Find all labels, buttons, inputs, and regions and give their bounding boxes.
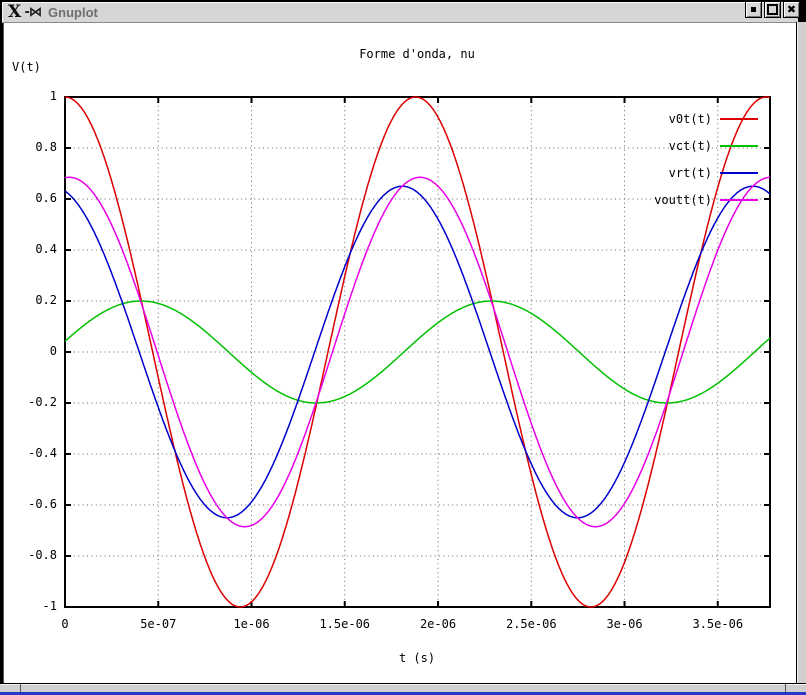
legend-row: v0t(t) <box>580 105 758 132</box>
y-tick-label: -0.2 <box>5 395 57 409</box>
x-tick-label: 2e-06 <box>420 617 456 631</box>
pushpin-icon[interactable]: -⋈ <box>23 5 40 20</box>
y-tick-label: 0.2 <box>5 293 57 307</box>
legend-row: voutt(t) <box>580 186 758 213</box>
y-tick-label: -0.8 <box>5 548 57 562</box>
window-resize-bar[interactable] <box>0 683 806 692</box>
gnuplot-window: Forme d'onda, nu V(t) t (s) 0 5e-07 1e-06 1… <box>0 0 806 695</box>
x-tick-label: 1.5e-06 <box>319 617 370 631</box>
legend-row: vct(t) <box>580 132 758 159</box>
minimize-icon <box>751 7 756 12</box>
close-icon: ✖ <box>787 4 796 15</box>
chart-title: Forme d'onda, nu <box>359 47 475 61</box>
legend-line-sample <box>720 172 758 174</box>
y-tick-label: 0 <box>5 344 57 358</box>
legend-line-sample <box>720 199 758 201</box>
legend-label: vct(t) <box>669 139 712 153</box>
y-axis-title: V(t) <box>12 60 41 74</box>
x-tick-label: 0 <box>61 617 68 631</box>
window-titlebar[interactable]: X -⋈ Gnuplot <box>2 2 798 23</box>
x-tick-label: 2.5e-06 <box>506 617 557 631</box>
x-tick-label: 5e-07 <box>140 617 176 631</box>
x-tick-label: 1e-06 <box>233 617 269 631</box>
legend-label: vrt(t) <box>669 166 712 180</box>
y-tick-label: 0.4 <box>5 242 57 256</box>
maximize-icon <box>767 4 778 15</box>
x-tick-label: 3.5e-06 <box>692 617 743 631</box>
close-button[interactable]: ✖ <box>783 1 800 18</box>
y-tick-label: -1 <box>5 599 57 613</box>
legend-label: v0t(t) <box>669 112 712 126</box>
x-axis-title: t (s) <box>399 651 435 665</box>
legend-line-sample <box>720 118 758 120</box>
y-tick-label: 1 <box>5 89 57 103</box>
x-tick-label: 3e-06 <box>606 617 642 631</box>
x11-logo-icon: X <box>8 4 21 21</box>
y-tick-label: -0.4 <box>5 446 57 460</box>
resize-corner-notch <box>20 684 21 692</box>
legend-label: voutt(t) <box>654 193 712 207</box>
legend-row: vrt(t) <box>580 159 758 186</box>
maximize-button[interactable] <box>764 1 781 18</box>
y-tick-label: 0.6 <box>5 191 57 205</box>
legend-line-sample <box>720 145 758 147</box>
minimize-button[interactable] <box>745 1 762 18</box>
y-tick-label: -0.6 <box>5 497 57 511</box>
legend: v0t(t) vct(t) vrt(t) voutt(t) <box>580 105 758 213</box>
resize-corner-notch <box>785 684 786 692</box>
window-right-border <box>796 22 806 684</box>
window-title: Gnuplot <box>48 5 98 20</box>
y-tick-label: 0.8 <box>5 140 57 154</box>
